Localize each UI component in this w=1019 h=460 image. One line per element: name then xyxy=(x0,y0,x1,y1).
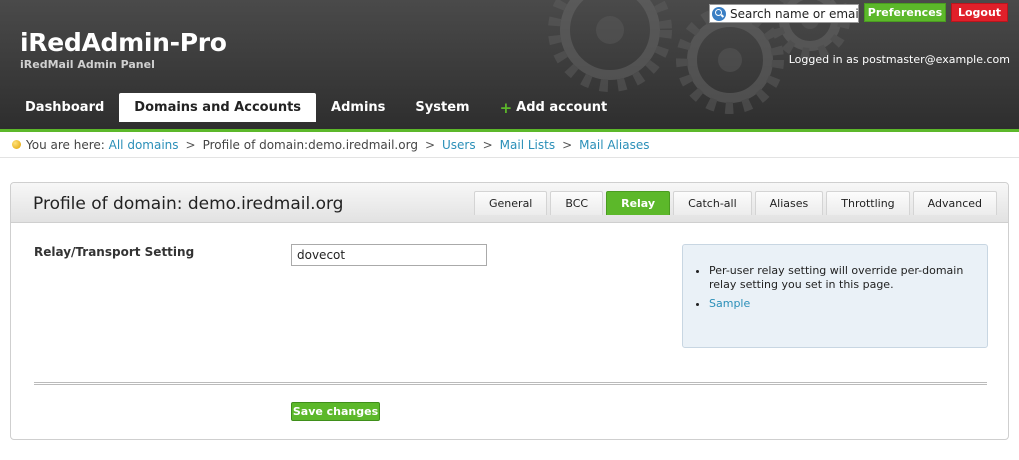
breadcrumb-current-profile: Profile of domain:demo.iredmail.org xyxy=(202,137,418,152)
logged-in-status: Logged in as postmaster@example.com xyxy=(788,53,1010,66)
tab-catch-all[interactable]: Catch-all xyxy=(673,191,752,215)
panel-header: Profile of domain: demo.iredmail.org Gen… xyxy=(11,183,1008,223)
relay-transport-input[interactable] xyxy=(291,244,487,266)
form-divider xyxy=(34,382,987,385)
breadcrumb-users[interactable]: Users xyxy=(442,138,476,152)
breadcrumb: You are here: All domains > Profile of d… xyxy=(0,132,1019,158)
tab-throttling[interactable]: Throttling xyxy=(826,191,910,215)
breadcrumb-prefix: You are here: xyxy=(26,137,105,152)
breadcrumb-separator: > xyxy=(424,137,435,152)
logout-button[interactable]: Logout xyxy=(951,3,1008,22)
search-icon xyxy=(712,6,726,21)
info-box: Per-user relay setting will override per… xyxy=(682,244,988,348)
search-box[interactable] xyxy=(709,4,859,23)
nav-admins[interactable]: Admins xyxy=(316,93,400,122)
breadcrumb-all-domains[interactable]: All domains xyxy=(109,138,179,152)
breadcrumb-mail-aliases[interactable]: Mail Aliases xyxy=(579,138,649,152)
tab-relay[interactable]: Relay xyxy=(606,191,671,215)
profile-tabs: General BCC Relay Catch-all Aliases Thro… xyxy=(474,191,997,215)
breadcrumb-separator: > xyxy=(482,137,493,152)
relay-setting-label: Relay/Transport Setting xyxy=(34,245,195,259)
sample-link[interactable]: Sample xyxy=(709,297,750,310)
search-input[interactable] xyxy=(730,6,858,21)
nav-domains-and-accounts[interactable]: Domains and Accounts xyxy=(119,93,317,122)
plus-icon: + xyxy=(499,98,513,117)
nav-system[interactable]: System xyxy=(400,93,484,122)
main-nav: Dashboard Domains and Accounts Admins Sy… xyxy=(10,93,622,122)
tab-bcc[interactable]: BCC xyxy=(550,191,604,215)
domain-profile-panel: Profile of domain: demo.iredmail.org Gen… xyxy=(10,182,1009,440)
nav-add-account[interactable]: + Add account xyxy=(485,93,623,122)
page-title: Profile of domain: demo.iredmail.org xyxy=(33,194,344,214)
preferences-button[interactable]: Preferences xyxy=(864,3,946,22)
tab-advanced[interactable]: Advanced xyxy=(912,191,997,215)
tab-aliases[interactable]: Aliases xyxy=(754,191,824,215)
nav-dashboard[interactable]: Dashboard xyxy=(10,93,119,122)
brand-subtitle: iRedMail Admin Panel xyxy=(20,58,155,71)
location-dot-icon xyxy=(12,140,21,149)
breadcrumb-separator: > xyxy=(185,137,196,152)
breadcrumb-mail-lists[interactable]: Mail Lists xyxy=(500,138,555,152)
info-sample-item: Sample xyxy=(709,297,975,311)
nav-add-account-label: Add account xyxy=(516,100,608,115)
breadcrumb-separator: > xyxy=(562,137,573,152)
tab-general[interactable]: General xyxy=(474,191,548,215)
brand-title: iRedAdmin-Pro xyxy=(20,28,227,57)
info-note: Per-user relay setting will override per… xyxy=(709,264,975,292)
save-changes-button[interactable]: Save changes xyxy=(291,402,380,421)
header: iRedAdmin-Pro iRedMail Admin Panel Prefe… xyxy=(0,0,1019,129)
